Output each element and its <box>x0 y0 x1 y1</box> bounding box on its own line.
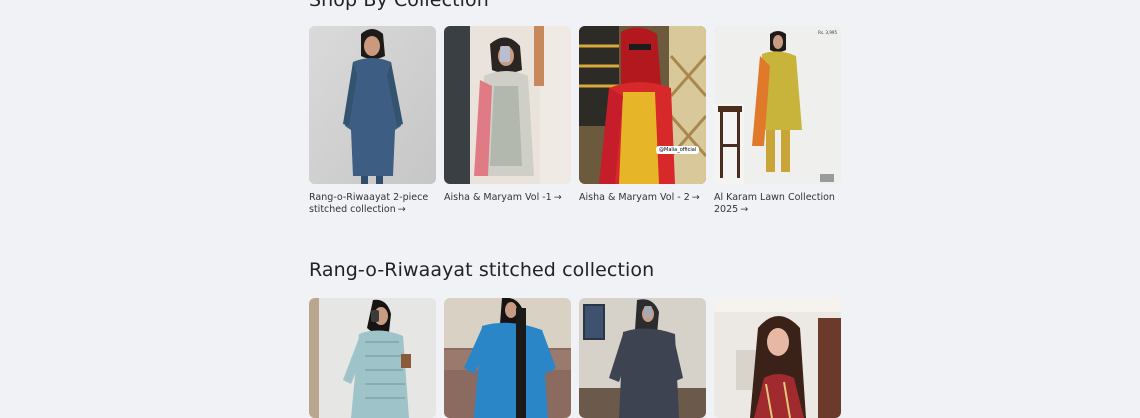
image-watermark: @Malia_official <box>656 146 700 154</box>
product-image[interactable] <box>444 298 571 418</box>
product-image[interactable] <box>579 298 706 418</box>
collection-caption: Aisha & Maryam Vol -1 <box>444 192 552 203</box>
product-card[interactable] <box>714 298 841 418</box>
shop-by-collection-section: Shop By Collection Rang-o-Riwaayat 2-pie… <box>309 0 849 215</box>
product-card[interactable] <box>309 298 436 418</box>
collection-link-aisha-maryam-vol-1[interactable]: Aisha & Maryam Vol -1 → <box>444 192 571 204</box>
collection-image-al-karam-lawn-2025[interactable]: Rs. 3,995 <box>714 26 841 184</box>
arrow-right-icon: → <box>397 204 406 215</box>
collection-card-aisha-maryam-vol-1[interactable]: Aisha & Maryam Vol -1 → <box>444 26 571 216</box>
arrow-right-icon: → <box>553 192 562 203</box>
stitched-collection-section: Rang-o-Riwaayat stitched collection <box>309 258 849 418</box>
collection-card-row: Rang-o-Riwaayat 2-piece stitched collect… <box>309 26 841 216</box>
collection-card-aisha-maryam-vol-2[interactable]: @Malia_official Aisha & Maryam Vol - 2 → <box>579 26 706 216</box>
collection-caption: Aisha & Maryam Vol - 2 <box>579 192 690 203</box>
arrow-right-icon: → <box>691 192 700 203</box>
product-card-row <box>309 298 841 418</box>
section-title-shop-by-collection: Shop By Collection <box>309 0 489 11</box>
collection-caption: Rang-o-Riwaayat 2-piece stitched collect… <box>309 192 429 215</box>
collection-card-rang-o-riwaayat[interactable]: Rang-o-Riwaayat 2-piece stitched collect… <box>309 26 436 216</box>
collection-link-aisha-maryam-vol-2[interactable]: Aisha & Maryam Vol - 2 → <box>579 192 706 204</box>
collection-image-aisha-maryam-vol-2[interactable]: @Malia_official <box>579 26 706 184</box>
collection-caption: Al Karam Lawn Collection 2025 <box>714 192 835 215</box>
collection-image-rang-o-riwaayat[interactable] <box>309 26 436 184</box>
product-card[interactable] <box>444 298 571 418</box>
section-title-stitched-collection: Rang-o-Riwaayat stitched collection <box>309 259 655 281</box>
product-card[interactable] <box>579 298 706 418</box>
arrow-right-icon: → <box>740 204 749 215</box>
product-image[interactable] <box>714 298 841 418</box>
product-image[interactable] <box>309 298 436 418</box>
price-tag: Rs. 3,995 <box>818 30 837 35</box>
collection-card-al-karam-lawn-2025[interactable]: Rs. 3,995 Al Karam Lawn Collection 2025 → <box>714 26 841 216</box>
collection-link-al-karam-lawn-2025[interactable]: Al Karam Lawn Collection 2025 → <box>714 192 841 216</box>
collection-link-rang-o-riwaayat[interactable]: Rang-o-Riwaayat 2-piece stitched collect… <box>309 192 436 216</box>
collection-image-aisha-maryam-vol-1[interactable] <box>444 26 571 184</box>
